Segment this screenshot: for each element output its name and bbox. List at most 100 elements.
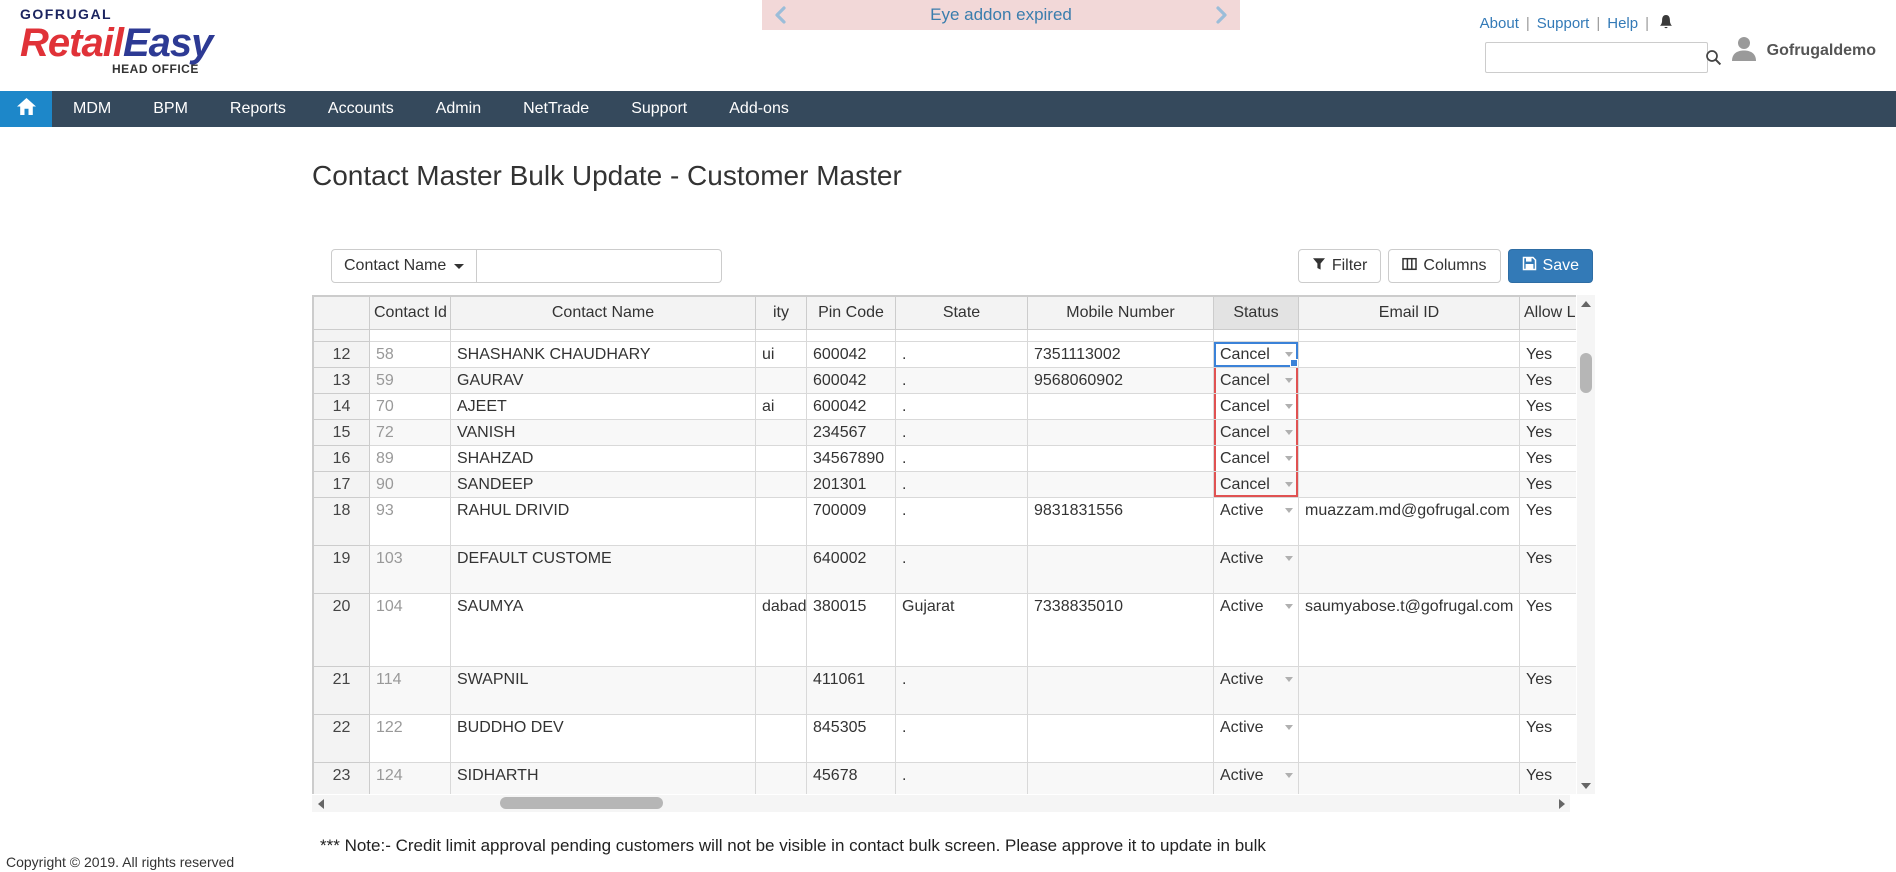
contact-search-input[interactable] <box>477 249 722 283</box>
status-dropdown-cell[interactable]: Cancel <box>1214 446 1299 472</box>
horizontal-scrollbar[interactable] <box>312 795 1570 812</box>
cell-allow[interactable]: Yes <box>1520 667 1577 715</box>
cell-id[interactable]: 124 <box>370 763 451 795</box>
cell-allow[interactable]: Yes <box>1520 715 1577 763</box>
search-icon[interactable] <box>1701 49 1730 66</box>
status-dropdown-cell[interactable]: Active <box>1214 546 1299 594</box>
help-link[interactable]: Help <box>1607 15 1638 32</box>
cell-email[interactable] <box>1299 763 1520 795</box>
cell-name[interactable]: SANDEEP <box>451 472 756 498</box>
horizontal-scrollbar-thumb[interactable] <box>500 797 663 809</box>
cell-state[interactable]: . <box>896 763 1028 795</box>
cell-city[interactable] <box>756 368 807 394</box>
cell-name[interactable]: SIDHARTH <box>451 763 756 795</box>
column-header-pin[interactable]: Pin Code <box>807 297 896 330</box>
cell-pin[interactable]: 600042 <box>807 394 896 420</box>
status-dropdown-cell[interactable]: Cancel <box>1214 368 1299 394</box>
user-menu[interactable]: Gofrugaldemo <box>1728 32 1876 69</box>
scroll-left-icon[interactable] <box>312 795 329 812</box>
cell-allow[interactable]: Yes <box>1520 420 1577 446</box>
column-header-name[interactable]: Contact Name <box>451 297 756 330</box>
nav-item-support[interactable]: Support <box>610 91 708 127</box>
cell-state[interactable]: . <box>896 546 1028 594</box>
column-header-email[interactable]: Email ID <box>1299 297 1520 330</box>
cell-state[interactable]: . <box>896 667 1028 715</box>
cell-mobile[interactable] <box>1028 715 1214 763</box>
cell-email[interactable] <box>1299 715 1520 763</box>
cell-pin[interactable]: 845305 <box>807 715 896 763</box>
status-dropdown-cell[interactable]: Active <box>1214 763 1299 795</box>
nav-item-addons[interactable]: Add-ons <box>708 91 810 127</box>
cell-name[interactable]: SHAHZAD <box>451 446 756 472</box>
status-dropdown-cell[interactable]: Cancel <box>1214 472 1299 498</box>
cell-id[interactable]: 70 <box>370 394 451 420</box>
cell-state[interactable]: . <box>896 446 1028 472</box>
cell-id[interactable]: 114 <box>370 667 451 715</box>
banner-prev-icon[interactable] <box>774 6 786 24</box>
cell-mobile[interactable] <box>1028 472 1214 498</box>
cell-mobile[interactable]: 7351113002 <box>1028 342 1214 368</box>
banner-next-icon[interactable] <box>1216 6 1228 24</box>
cell-id[interactable]: 122 <box>370 715 451 763</box>
column-header-id[interactable]: Contact Id <box>370 297 451 330</box>
cell-email[interactable] <box>1299 368 1520 394</box>
cell-allow[interactable]: Yes <box>1520 546 1577 594</box>
cell-name[interactable]: SHASHANK CHAUDHARY <box>451 342 756 368</box>
cell-city[interactable] <box>756 546 807 594</box>
cell-email[interactable] <box>1299 667 1520 715</box>
cell-state[interactable]: Gujarat <box>896 594 1028 667</box>
cell-allow[interactable]: Yes <box>1520 368 1577 394</box>
cell-allow[interactable]: Yes <box>1520 394 1577 420</box>
cell-name[interactable]: VANISH <box>451 420 756 446</box>
cell-city[interactable] <box>756 420 807 446</box>
status-dropdown-cell[interactable]: Cancel <box>1214 420 1299 446</box>
save-button[interactable]: Save <box>1508 249 1593 283</box>
cell-state[interactable]: . <box>896 394 1028 420</box>
nav-item-admin[interactable]: Admin <box>415 91 502 127</box>
column-header-status[interactable]: Status <box>1214 297 1299 330</box>
cell-email[interactable]: muazzam.md@gofrugal.com <box>1299 498 1520 546</box>
column-header-city[interactable]: ity <box>756 297 807 330</box>
cell-mobile[interactable] <box>1028 394 1214 420</box>
nav-item-nettrade[interactable]: NetTrade <box>502 91 610 127</box>
cell-pin[interactable]: 600042 <box>807 368 896 394</box>
cell-id[interactable]: 59 <box>370 368 451 394</box>
cell-state[interactable]: . <box>896 715 1028 763</box>
cell-allow[interactable]: Yes <box>1520 472 1577 498</box>
column-header-mobile[interactable]: Mobile Number <box>1028 297 1214 330</box>
vertical-scrollbar[interactable] <box>1577 295 1595 794</box>
cell-allow[interactable]: Yes <box>1520 446 1577 472</box>
nav-item-accounts[interactable]: Accounts <box>307 91 415 127</box>
cell-pin[interactable]: 34567890 <box>807 446 896 472</box>
columns-button[interactable]: Columns <box>1388 249 1500 283</box>
cell-allow[interactable]: Yes <box>1520 498 1577 546</box>
scroll-up-icon[interactable] <box>1577 295 1595 312</box>
cell-pin[interactable]: 234567 <box>807 420 896 446</box>
cell-id[interactable]: 58 <box>370 342 451 368</box>
cell-name[interactable]: AJEET <box>451 394 756 420</box>
about-link[interactable]: About <box>1480 15 1519 32</box>
cell-email[interactable] <box>1299 446 1520 472</box>
cell-state[interactable]: . <box>896 420 1028 446</box>
nav-home-button[interactable] <box>0 91 52 127</box>
cell-id[interactable]: 93 <box>370 498 451 546</box>
cell-pin[interactable]: 411061 <box>807 667 896 715</box>
cell-id[interactable]: 72 <box>370 420 451 446</box>
status-dropdown-cell[interactable]: Active <box>1214 667 1299 715</box>
cell-email[interactable] <box>1299 472 1520 498</box>
cell-email[interactable] <box>1299 394 1520 420</box>
cell-name[interactable]: SWAPNIL <box>451 667 756 715</box>
scroll-right-icon[interactable] <box>1553 795 1570 812</box>
cell-city[interactable]: ai <box>756 394 807 420</box>
cell-id[interactable]: 104 <box>370 594 451 667</box>
cell-pin[interactable]: 600042 <box>807 342 896 368</box>
cell-pin[interactable]: 201301 <box>807 472 896 498</box>
nav-item-reports[interactable]: Reports <box>209 91 307 127</box>
cell-email[interactable]: saumyabose.t@gofrugal.com <box>1299 594 1520 667</box>
cell-pin[interactable]: 45678 <box>807 763 896 795</box>
cell-city[interactable]: dabad <box>756 594 807 667</box>
cell-allow[interactable]: Yes <box>1520 763 1577 795</box>
cell-name[interactable]: GAURAV <box>451 368 756 394</box>
cell-state[interactable]: . <box>896 472 1028 498</box>
scroll-down-icon[interactable] <box>1577 777 1595 794</box>
